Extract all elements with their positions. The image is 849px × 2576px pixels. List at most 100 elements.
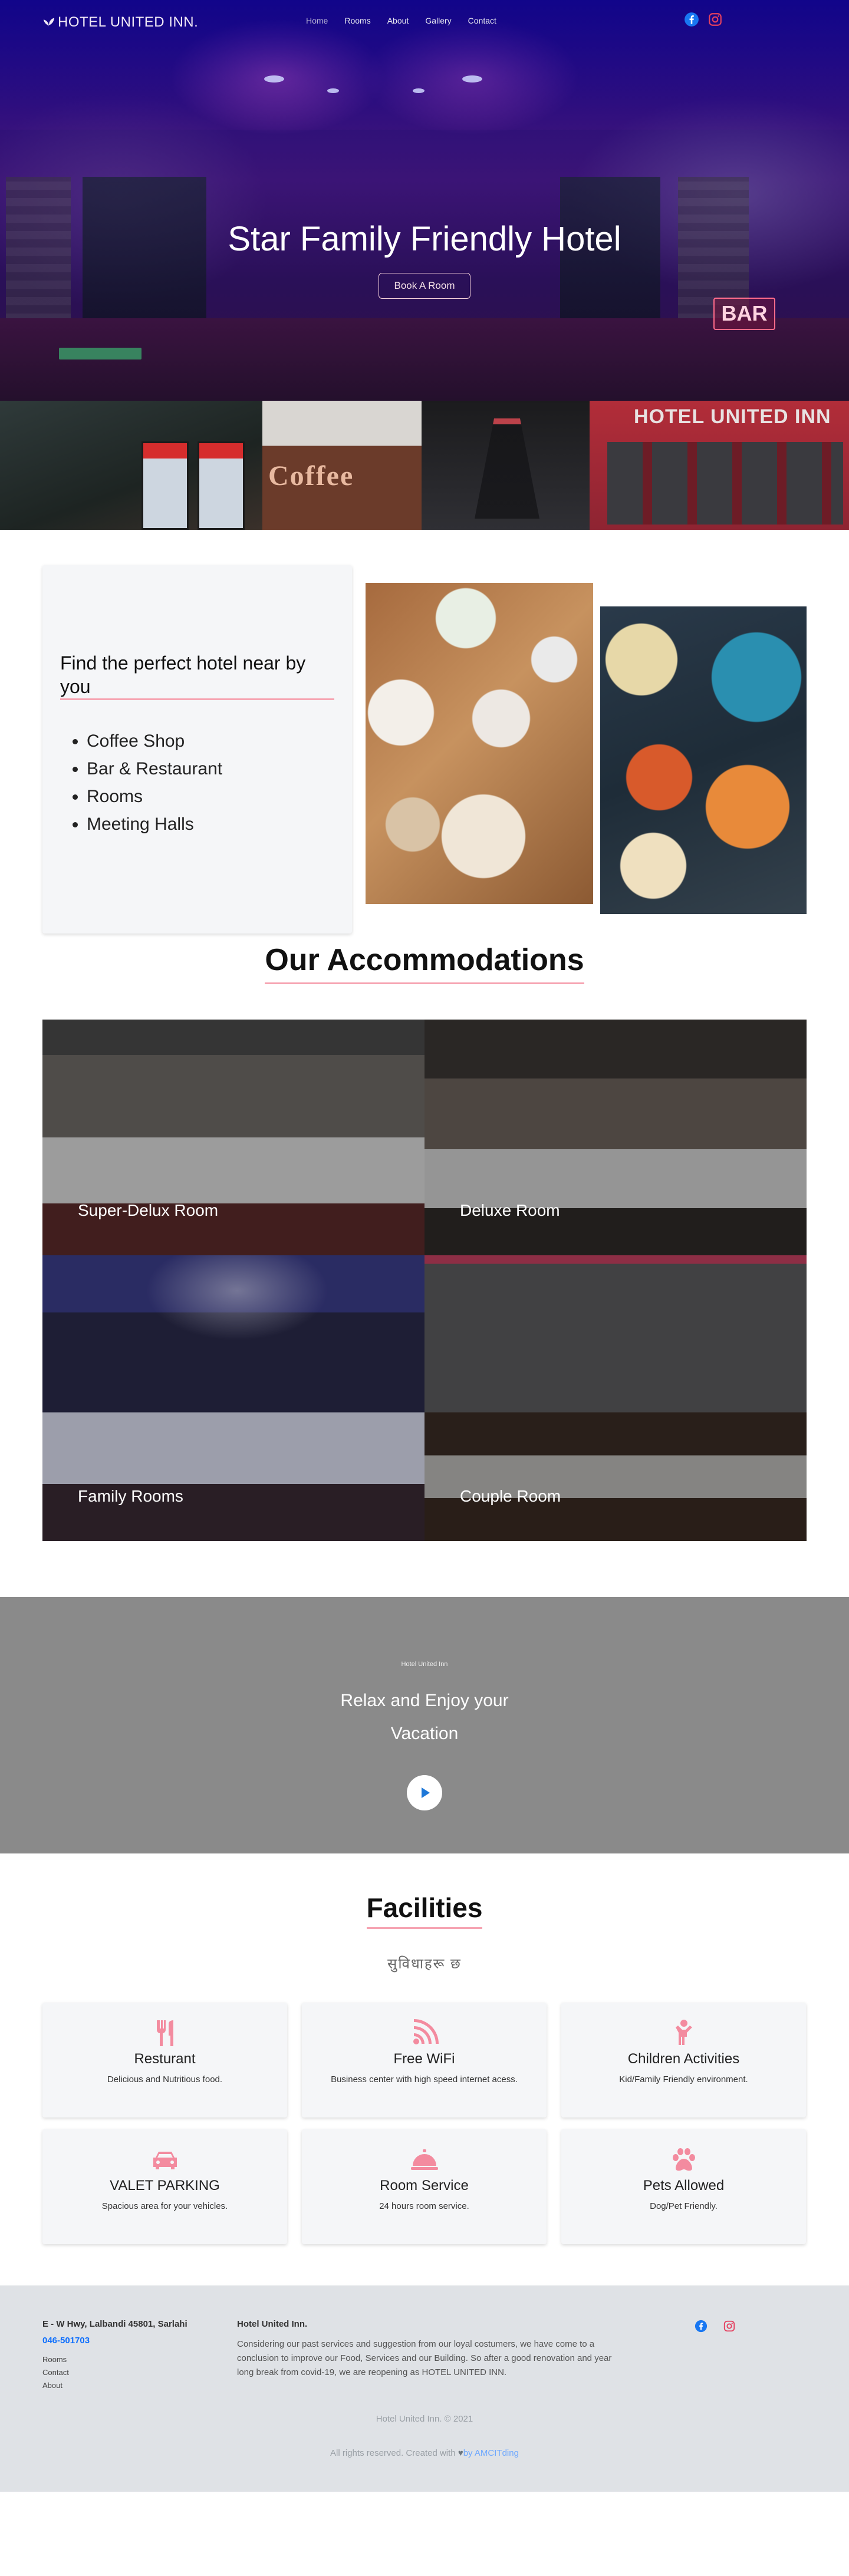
corridor	[475, 418, 539, 519]
facebook-icon[interactable]	[695, 2320, 708, 2333]
facility-desc: Dog/Pet Friendly.	[650, 2201, 718, 2211]
facility-desc: Kid/Family Friendly environment.	[619, 2074, 748, 2084]
footer-phone[interactable]: 046-501703	[42, 2336, 90, 2346]
facility-title: Free WiFi	[393, 2051, 455, 2067]
facility-card: Pets Allowed Dog/Pet Friendly.	[561, 2129, 806, 2244]
facility-desc: Business center with high speed internet…	[331, 2074, 518, 2084]
footer: E - W Hwy, Lalbandi 45801, Sarlahi 046-5…	[0, 2285, 849, 2492]
nav-links: Home Rooms About Gallery Contact	[298, 16, 505, 25]
coca-cola-fridge	[198, 441, 245, 530]
nav-about[interactable]: About	[379, 16, 417, 25]
title-underline	[60, 698, 334, 700]
banner-title: Relax and Enjoy your Vacation	[0, 1684, 849, 1750]
list-item: Meeting Halls	[87, 810, 222, 838]
leaf-icon	[43, 18, 55, 28]
pepsi-fridge	[142, 441, 189, 530]
facilities-heading: Facilities	[0, 1892, 849, 1929]
find-hotel-card: Find the perfect hotel near by you Coffe…	[42, 565, 352, 934]
facebook-icon[interactable]	[684, 12, 699, 27]
facilities-subtitle: सुविधाहरू छ	[387, 1956, 462, 1972]
accommodations-title: Our Accommodations	[265, 942, 584, 984]
nav-contact[interactable]: Contact	[460, 16, 505, 25]
banner-line-1: Relax and Enjoy your	[340, 1691, 509, 1710]
book-room-button[interactable]: Book A Room	[379, 273, 470, 299]
room-label: Super-Delux Room	[78, 1201, 219, 1219]
bar-sign: BAR	[713, 298, 775, 330]
rights-text: All rights reserved. Created with	[330, 2448, 456, 2458]
car-icon	[153, 2152, 177, 2169]
accommodations-heading: Our Accommodations	[0, 942, 849, 984]
ceiling-lamp	[413, 88, 424, 93]
instagram-icon[interactable]	[723, 2320, 736, 2333]
food-photo-2	[600, 606, 807, 914]
list-item: Coffee Shop	[87, 727, 222, 755]
brand-logo[interactable]: HOTEL UNITED INN.	[42, 14, 198, 31]
facility-card: Free WiFi Business center with high spee…	[302, 2003, 547, 2117]
room-label: Couple Room	[460, 1487, 561, 1505]
utensils-icon	[157, 2020, 173, 2046]
hero-section: BAR HOTEL UNITED INN. Home Rooms About G…	[0, 0, 849, 401]
amenities-list: Coffee Shop Bar & Restaurant Rooms Meeti…	[87, 727, 222, 838]
coffee-sign: Coffee	[268, 460, 354, 492]
banner-line-2: Vacation	[390, 1724, 459, 1743]
facility-desc: 24 hours room service.	[379, 2201, 469, 2211]
bell-icon	[411, 2149, 438, 2170]
list-item: Rooms	[87, 783, 222, 810]
hotel-sign: HOTEL UNITED INN	[634, 405, 831, 428]
room-card-deluxe[interactable]: Deluxe Room	[424, 1020, 807, 1255]
nav-gallery[interactable]: Gallery	[417, 16, 459, 25]
room-label: Family Rooms	[78, 1487, 183, 1505]
facility-card: Room Service 24 hours room service.	[302, 2129, 547, 2244]
child-icon	[676, 2020, 692, 2045]
paw-icon	[673, 2148, 695, 2171]
footer-link-about[interactable]: About	[42, 2379, 69, 2392]
room-card-couple[interactable]: Couple Room	[424, 1255, 807, 1541]
green-light	[59, 348, 142, 359]
room-card-family[interactable]: Family Rooms	[42, 1255, 424, 1541]
footer-links: Rooms Contact About	[42, 2353, 69, 2392]
facility-title: Pets Allowed	[643, 2178, 725, 2194]
header-social	[684, 12, 723, 27]
footer-description: Considering our past services and sugges…	[237, 2339, 612, 2377]
navbar: HOTEL UNITED INN. Home Rooms About Galle…	[0, 0, 849, 42]
banner-caption: Hotel United Inn	[401, 1661, 448, 1668]
brand-name: HOTEL UNITED INN.	[58, 14, 199, 30]
list-item: Bar & Restaurant	[87, 755, 222, 783]
photo-strip: Coffee HOTEL UNITED INN	[0, 401, 849, 530]
footer-hotel-name: Hotel United Inn.	[237, 2319, 308, 2329]
room-label: Deluxe Room	[460, 1201, 560, 1219]
facade-windows	[607, 442, 843, 525]
rooms-grid: Super-Delux Room Deluxe Room Family Room…	[42, 1020, 807, 1541]
author-link[interactable]: by AMCITding	[463, 2448, 519, 2458]
ceiling-lamp	[327, 88, 339, 93]
nav-rooms[interactable]: Rooms	[336, 16, 379, 25]
room-overlay	[42, 1020, 424, 1255]
food-photo-1	[366, 583, 593, 904]
room-overlay	[424, 1020, 807, 1255]
find-hotel-title: Find the perfect hotel near by you	[60, 652, 306, 697]
relax-banner: Hotel United Inn Relax and Enjoy your Va…	[0, 1597, 849, 1853]
footer-rights: All rights reserved. Created with ♥by AM…	[0, 2448, 849, 2458]
facilities-grid: Resturant Delicious and Nutritious food.…	[42, 2003, 807, 2250]
footer-address: E - W Hwy, Lalbandi 45801, Sarlahi	[42, 2319, 187, 2329]
facility-desc: Spacious area for your vehicles.	[101, 2201, 228, 2211]
facility-desc: Delicious and Nutritious food.	[107, 2074, 223, 2084]
footer-social	[695, 2320, 736, 2333]
nav-home[interactable]: Home	[298, 16, 336, 25]
hotel-facade-photo: HOTEL UNITED INN	[590, 401, 849, 530]
play-video-button[interactable]	[407, 1775, 442, 1810]
facility-title: Room Service	[380, 2178, 469, 2194]
room-card-super-delux[interactable]: Super-Delux Room	[42, 1020, 424, 1255]
wifi-icon	[413, 2019, 439, 2044]
facility-card: Children Activities Kid/Family Friendly …	[561, 2003, 806, 2117]
facility-card: VALET PARKING Spacious area for your veh…	[42, 2129, 287, 2244]
instagram-icon[interactable]	[708, 12, 723, 27]
footer-link-contact[interactable]: Contact	[42, 2366, 69, 2379]
find-hotel-section: Find the perfect hotel near by you Coffe…	[0, 530, 849, 942]
facility-title: Resturant	[134, 2051, 196, 2067]
ceiling-lamp	[462, 75, 482, 83]
coffee-shop-photo	[0, 401, 262, 530]
coffee-sign-photo: Coffee	[262, 401, 422, 530]
footer-link-rooms[interactable]: Rooms	[42, 2353, 69, 2366]
corridor-photo	[422, 401, 590, 530]
